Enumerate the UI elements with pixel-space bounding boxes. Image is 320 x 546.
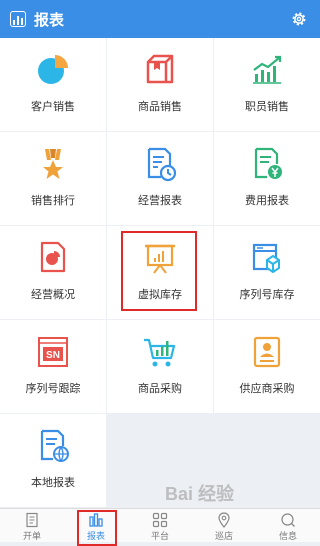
pie-chart-icon [38,55,68,84]
app-header: 报表 [0,0,320,38]
sn-tag-icon: SN [38,337,68,367]
local-report-icon [40,429,69,462]
report-logo-icon [10,11,26,27]
message-icon [281,513,295,527]
grid-item-sales-ranking[interactable]: 销售排行 [0,132,106,225]
grid-item-business-overview[interactable]: 经营概况 [0,226,106,319]
box-icon [146,54,174,84]
grid-icon [152,512,168,528]
tab-store-visit[interactable]: 巡店 [192,509,256,543]
presentation-board-icon [145,244,175,274]
tab-platform[interactable]: 平台 [128,509,192,543]
grid-item-serial-inventory[interactable]: 序列号库存 [214,226,320,319]
gear-icon[interactable] [290,10,308,28]
watermark: Bai 经验 [165,484,235,504]
grid-item-local-report[interactable]: 本地报表 [0,414,106,507]
serial-box-icon [252,243,280,274]
yen-report-icon [254,147,282,179]
grid-item-virtual-inventory[interactable]: 虚拟库存 [107,226,213,319]
bar-chart-icon [89,513,103,527]
report-grid: 客户销售 商品销售 职员销售 销售排行 经营报表 费用报表 经营概况 虚拟库存 … [0,38,320,508]
svg-text:SN: SN [46,350,60,361]
grid-item-supplier-purchase[interactable]: 供应商采购 [214,320,320,413]
trend-chart-icon [253,55,282,84]
bottom-tab-bar: 开单 报表 平台 巡店 信息 [0,508,320,546]
grid-item-expense-report[interactable]: 费用报表 [214,132,320,225]
grid-item-product-purchase[interactable]: 商品采购 [107,320,213,413]
grid-item-business-report[interactable]: 经营报表 [107,132,213,225]
grid-item-serial-tracking[interactable]: SN 序列号跟踪 [0,320,106,413]
tab-messages[interactable]: 信息 [256,509,320,543]
grid-item-product-sales[interactable]: 商品销售 [107,38,213,131]
grid-item-staff-sales[interactable]: 职员销售 [214,38,320,131]
overview-doc-icon [40,241,66,273]
report-clock-icon [147,147,177,182]
supplier-badge-icon [253,336,281,368]
grid-item-customer-sales[interactable]: 客户销售 [0,38,106,131]
location-icon [218,512,230,528]
medal-icon [43,149,63,179]
tab-reports[interactable]: 报表 [64,509,128,546]
order-icon [26,512,38,528]
page-title: 报表 [34,11,65,29]
shopping-cart-icon [144,338,176,367]
tab-order[interactable]: 开单 [0,509,64,543]
